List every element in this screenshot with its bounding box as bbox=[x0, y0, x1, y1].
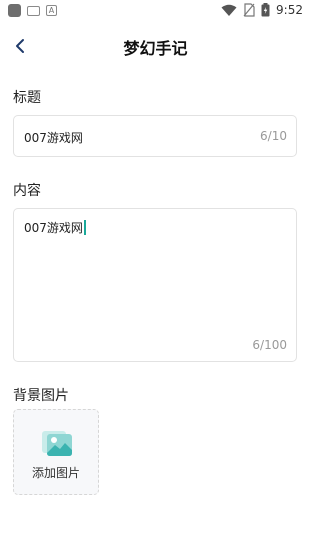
text-cursor bbox=[83, 220, 86, 235]
content-textarea[interactable]: 007游戏网 6/100 bbox=[13, 208, 297, 362]
content-label: 内容 bbox=[13, 183, 41, 199]
background-image-label: 背景图片 bbox=[13, 388, 69, 404]
nav-bar: 梦幻手记 bbox=[0, 26, 311, 66]
status-bar: A 9:52 bbox=[0, 0, 311, 22]
title-input-value: 007游戏网 bbox=[24, 131, 83, 145]
keyboard-notification-icon bbox=[27, 5, 40, 16]
app-notification-icon bbox=[8, 4, 21, 17]
image-icon bbox=[42, 431, 72, 456]
status-time: 9:52 bbox=[276, 3, 303, 17]
title-char-counter: 6/10 bbox=[260, 129, 287, 143]
page-title: 梦幻手记 bbox=[123, 39, 188, 58]
wifi-icon bbox=[221, 4, 237, 16]
status-system-icons: 9:52 bbox=[221, 3, 303, 17]
battery-icon bbox=[261, 3, 270, 17]
add-image-label: 添加图片 bbox=[31, 466, 80, 480]
title-input[interactable]: 007游戏网 6/10 bbox=[13, 115, 297, 157]
add-image-button[interactable]: 添加图片 bbox=[13, 409, 99, 495]
content-char-counter: 6/100 bbox=[252, 338, 287, 352]
status-notification-icons: A bbox=[8, 4, 57, 17]
content-textarea-value: 007游戏网 bbox=[24, 219, 86, 236]
a-notification-icon: A bbox=[46, 5, 57, 16]
no-sim-icon bbox=[243, 3, 255, 17]
title-label: 标题 bbox=[13, 90, 41, 106]
content-text: 007游戏网 bbox=[24, 221, 83, 235]
